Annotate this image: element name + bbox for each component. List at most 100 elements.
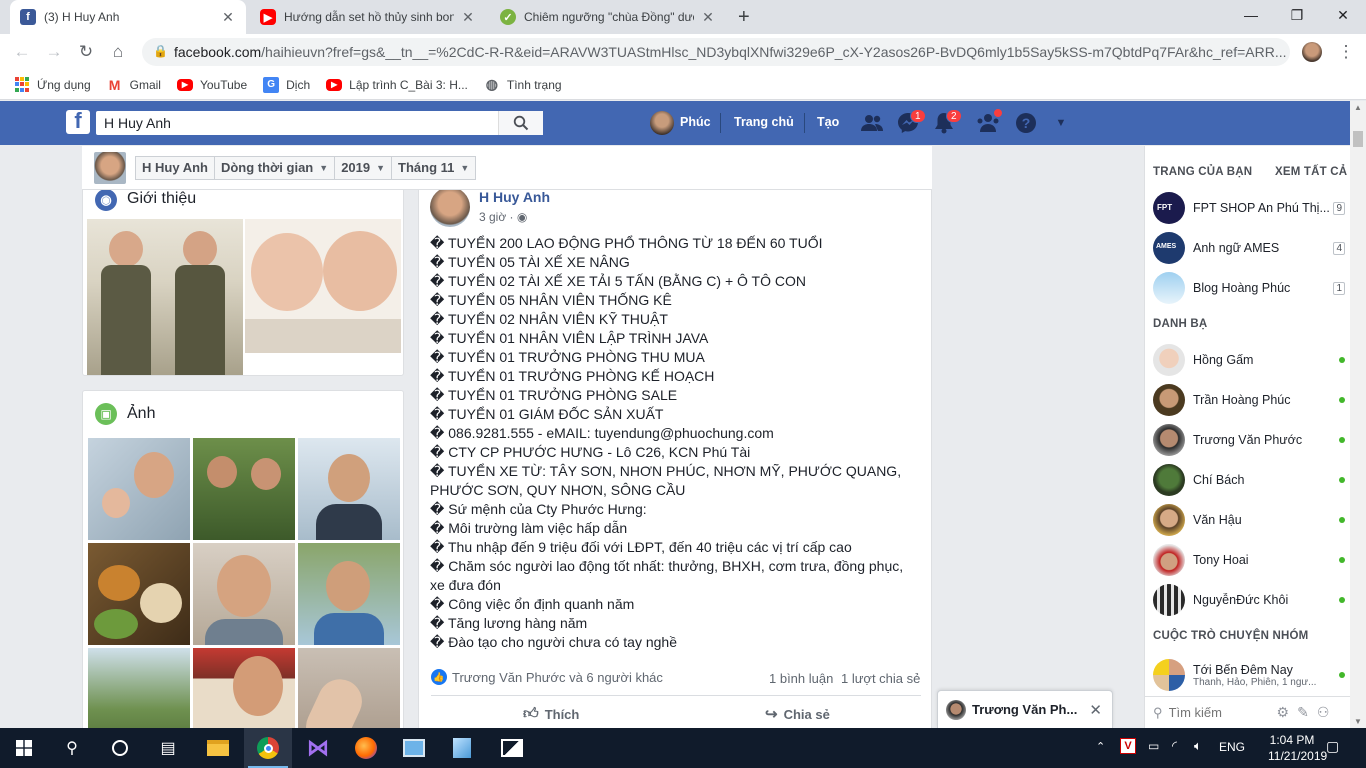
nav-create[interactable]: Tạo bbox=[817, 115, 839, 129]
forward-icon[interactable]: → bbox=[40, 38, 68, 66]
close-icon[interactable]: ✕ bbox=[1089, 701, 1102, 719]
share-button[interactable]: ↪ Chia sẻ bbox=[765, 705, 830, 723]
nav-home[interactable]: Trang chủ bbox=[734, 115, 794, 129]
nav-profile[interactable]: Phúc bbox=[680, 115, 711, 129]
action-center-icon[interactable]: ▢ bbox=[1326, 738, 1339, 755]
photo-thumbnail[interactable] bbox=[88, 543, 190, 645]
close-icon[interactable]: ✕ bbox=[220, 9, 236, 26]
intro-photo-babies[interactable] bbox=[245, 219, 401, 353]
friends-icon[interactable] bbox=[860, 111, 884, 135]
antivirus-tray-icon[interactable]: V bbox=[1120, 738, 1136, 754]
contact-item[interactable]: Trương Văn Phước bbox=[1153, 424, 1345, 456]
facebook-logo[interactable]: f bbox=[66, 108, 90, 134]
contact-item[interactable]: Chí Bách bbox=[1153, 464, 1345, 496]
profile-avatar[interactable] bbox=[1298, 38, 1326, 66]
contact-item[interactable]: Tony Hoai bbox=[1153, 544, 1345, 576]
minimize-icon[interactable]: — bbox=[1228, 0, 1274, 30]
photo-thumbnail[interactable] bbox=[193, 648, 295, 728]
3d-box-icon[interactable] bbox=[438, 728, 486, 768]
cortana-icon[interactable] bbox=[96, 728, 144, 768]
see-all-link[interactable]: XEM TẤT CẢ bbox=[1275, 166, 1347, 178]
task-view-icon[interactable]: ▤ bbox=[144, 728, 192, 768]
photo-thumbnail[interactable] bbox=[298, 648, 400, 728]
bookmark-gmail[interactable]: M Gmail bbox=[107, 77, 161, 93]
control-panel-icon[interactable] bbox=[390, 728, 438, 768]
post-author-name[interactable]: H Huy Anh bbox=[479, 189, 550, 205]
like-button[interactable]: 👍︎ Thích bbox=[523, 705, 579, 723]
chrome-icon[interactable] bbox=[244, 728, 292, 768]
bookmark-label: Tình trạng bbox=[506, 77, 562, 92]
gear-icon[interactable]: ⚙ bbox=[1277, 704, 1290, 721]
browser-tab-facebook[interactable]: f (3) H Huy Anh ✕ bbox=[10, 0, 246, 34]
month-dropdown[interactable]: Tháng 11 ▼ bbox=[391, 155, 477, 180]
page-item[interactable]: Blog Hoàng Phúc 1 bbox=[1153, 272, 1345, 304]
help-icon[interactable]: ? bbox=[1014, 111, 1038, 135]
windows-start-icon[interactable] bbox=[0, 728, 48, 768]
close-icon[interactable]: ✕ bbox=[700, 9, 716, 26]
maximize-icon[interactable]: ❐ bbox=[1274, 0, 1320, 30]
profile-thumbnail[interactable] bbox=[94, 151, 126, 184]
system-clock[interactable]: 1:04 PM 11/21/2019 bbox=[1268, 732, 1327, 764]
post-reactions[interactable]: 👍 Trương Văn Phước và 6 người khác bbox=[431, 669, 663, 685]
contact-item[interactable]: Hồng Gấm bbox=[1153, 344, 1345, 376]
chat-search-input[interactable] bbox=[1168, 705, 1269, 720]
contact-item[interactable]: Văn Hậu bbox=[1153, 504, 1345, 536]
timeline-filter-dropdown[interactable]: Dòng thời gian ▼ bbox=[213, 155, 336, 180]
contact-item[interactable]: Trần Hoàng Phúc bbox=[1153, 384, 1345, 416]
contact-item[interactable]: NguyễnĐức Khôi bbox=[1153, 584, 1345, 616]
file-explorer-icon[interactable] bbox=[194, 728, 242, 768]
close-icon[interactable]: ✕ bbox=[460, 9, 476, 26]
search-icon[interactable]: ⚲ bbox=[48, 728, 96, 768]
page-item[interactable]: FPT FPT SHOP An Phú Thị... 9 bbox=[1153, 192, 1345, 224]
browser-tab-youtube[interactable]: ▶ Hướng dẫn set hồ thủy sinh bon ✕ bbox=[250, 0, 486, 34]
back-icon[interactable]: ← bbox=[8, 38, 36, 66]
new-tab-button[interactable]: + bbox=[734, 0, 762, 34]
scrollbar-thumb[interactable] bbox=[1353, 131, 1363, 147]
post-comment-count[interactable]: 1 bình luận bbox=[769, 671, 833, 686]
post-share-count[interactable]: 1 lượt chia sẻ bbox=[841, 671, 920, 686]
bookmark-programming[interactable]: ▶ Lập trình C_Bài 3: H... bbox=[326, 78, 468, 92]
reload-icon[interactable]: ↻ bbox=[72, 38, 100, 66]
scroll-down-icon[interactable]: ▼ bbox=[1354, 717, 1362, 726]
photos-app-icon[interactable] bbox=[488, 728, 536, 768]
photo-thumbnail[interactable] bbox=[298, 543, 400, 645]
tray-chevron-up-icon[interactable]: ⌃ bbox=[1096, 740, 1105, 753]
post-author-avatar[interactable] bbox=[430, 187, 470, 227]
menu-kebab-icon[interactable]: ⋮ bbox=[1332, 38, 1360, 66]
input-language[interactable]: ENG bbox=[1219, 740, 1245, 754]
home-icon[interactable]: ⌂ bbox=[104, 38, 132, 66]
photo-thumbnail[interactable] bbox=[193, 543, 295, 645]
photo-thumbnail[interactable] bbox=[88, 648, 190, 728]
close-window-icon[interactable]: ✕ bbox=[1320, 0, 1366, 30]
new-message-icon[interactable]: ✎ bbox=[1297, 704, 1309, 721]
new-group-icon[interactable]: ⚇ bbox=[1317, 704, 1330, 721]
bookmark-apps[interactable]: Ứng dụng bbox=[14, 76, 91, 93]
battery-icon[interactable]: ▭ bbox=[1148, 739, 1159, 753]
page-scrollbar[interactable]: ▲ ▼ bbox=[1350, 101, 1366, 728]
post-timestamp[interactable]: 3 giờ · ◉ bbox=[479, 210, 527, 224]
browser-tab-article[interactable]: ✓ Chiêm ngưỡng "chùa Đồng" dướ ✕ bbox=[490, 0, 726, 34]
group-chat-item[interactable]: Tới Bến Đêm Nay Thanh, Hảo, Phiên, 1 ngư… bbox=[1153, 656, 1345, 694]
photo-thumbnail[interactable] bbox=[298, 438, 400, 540]
firefox-icon[interactable] bbox=[342, 728, 390, 768]
facebook-search-input[interactable]: H Huy Anh bbox=[96, 111, 543, 135]
scroll-up-icon[interactable]: ▲ bbox=[1354, 103, 1362, 112]
avatar bbox=[1153, 424, 1185, 456]
year-dropdown[interactable]: 2019 ▼ bbox=[334, 155, 393, 180]
intro-photo-kids[interactable] bbox=[87, 219, 243, 375]
bookmark-translate[interactable]: G Dịch bbox=[263, 76, 310, 93]
volume-icon[interactable]: 🔈︎ bbox=[1194, 738, 1202, 754]
account-menu-caret-icon[interactable]: ▼ bbox=[1049, 111, 1073, 135]
avatar[interactable] bbox=[650, 111, 674, 135]
bookmark-status[interactable]: ◍ Tình trạng bbox=[484, 76, 562, 93]
breadcrumb-profile-name[interactable]: H Huy Anh bbox=[135, 155, 215, 180]
address-bar[interactable]: 🔒 facebook.com/haihieuvn?fref=gs&__tn__=… bbox=[142, 38, 1290, 66]
photo-thumbnail[interactable] bbox=[193, 438, 295, 540]
chat-tab[interactable]: Trương Văn Ph... ✕ bbox=[937, 690, 1113, 728]
page-item[interactable]: AMES Anh ngữ AMES 4 bbox=[1153, 232, 1345, 264]
photo-thumbnail[interactable] bbox=[88, 438, 190, 540]
wifi-icon[interactable]: ◜ bbox=[1172, 738, 1177, 754]
bookmark-youtube[interactable]: ▶ YouTube bbox=[176, 78, 247, 92]
search-icon[interactable] bbox=[498, 111, 543, 135]
visual-studio-icon[interactable]: ⋈ bbox=[294, 728, 342, 768]
